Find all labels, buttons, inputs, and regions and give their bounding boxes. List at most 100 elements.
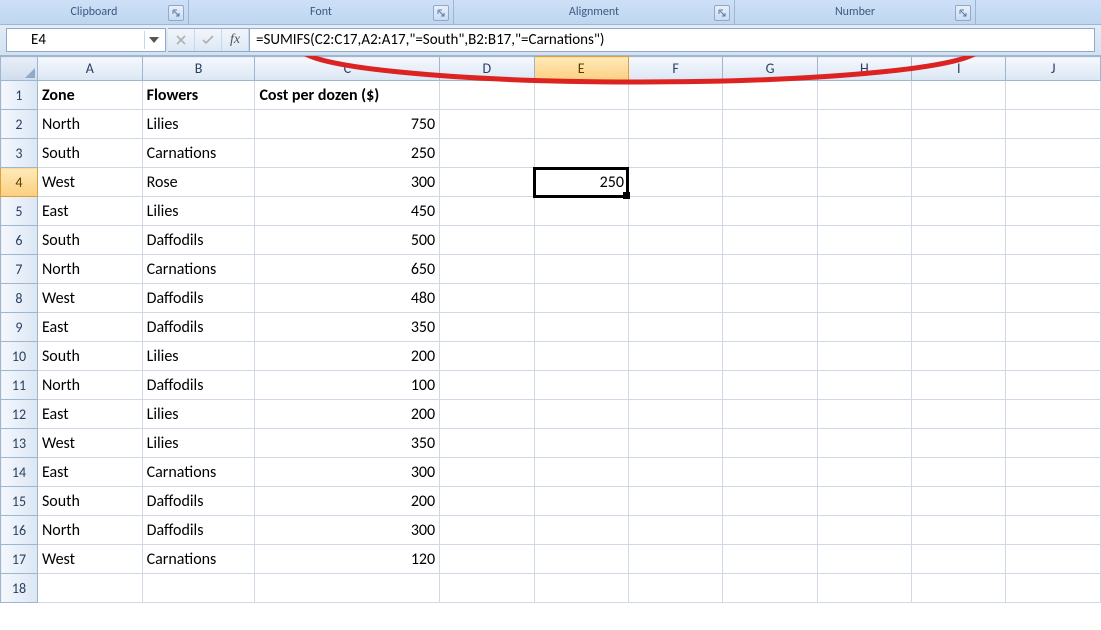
cell-H9[interactable] (817, 313, 911, 342)
cell-E17[interactable] (534, 545, 628, 574)
cell-G8[interactable] (723, 284, 817, 313)
cell-J13[interactable] (1006, 429, 1101, 458)
cell-D15[interactable] (440, 487, 534, 516)
cell-C3[interactable]: 250 (255, 139, 440, 168)
cell-I8[interactable] (912, 284, 1006, 313)
col-header-E[interactable]: E (534, 57, 628, 81)
cell-G6[interactable] (723, 226, 817, 255)
cell-F12[interactable] (628, 400, 722, 429)
row-header-2[interactable]: 2 (1, 110, 38, 139)
col-header-B[interactable]: B (142, 57, 255, 81)
cell-J14[interactable] (1006, 458, 1101, 487)
cell-E3[interactable] (534, 139, 628, 168)
cell-E12[interactable] (534, 400, 628, 429)
cell-D2[interactable] (440, 110, 534, 139)
cell-E10[interactable] (534, 342, 628, 371)
cell-A7[interactable]: North (37, 255, 142, 284)
row-header-11[interactable]: 11 (1, 371, 38, 400)
cell-I5[interactable] (912, 197, 1006, 226)
cell-J5[interactable] (1006, 197, 1101, 226)
cell-G18[interactable] (723, 574, 817, 603)
cell-I3[interactable] (912, 139, 1006, 168)
cell-I11[interactable] (912, 371, 1006, 400)
cell-J8[interactable] (1006, 284, 1101, 313)
cell-D10[interactable] (440, 342, 534, 371)
cell-C7[interactable]: 650 (255, 255, 440, 284)
cell-F18[interactable] (628, 574, 722, 603)
cell-F9[interactable] (628, 313, 722, 342)
cell-E2[interactable] (534, 110, 628, 139)
cell-C13[interactable]: 350 (255, 429, 440, 458)
cell-A14[interactable]: East (37, 458, 142, 487)
cell-C12[interactable]: 200 (255, 400, 440, 429)
cell-E4[interactable]: 250 (534, 168, 628, 197)
row-header-15[interactable]: 15 (1, 487, 38, 516)
col-header-A[interactable]: A (37, 57, 142, 81)
insert-function-button[interactable]: fx (222, 29, 249, 51)
row-header-9[interactable]: 9 (1, 313, 38, 342)
cell-D9[interactable] (440, 313, 534, 342)
cell-C4[interactable]: 300 (255, 168, 440, 197)
cell-I2[interactable] (912, 110, 1006, 139)
cell-B12[interactable]: Lilies (142, 400, 255, 429)
row-header-6[interactable]: 6 (1, 226, 38, 255)
cell-G12[interactable] (723, 400, 817, 429)
cell-J4[interactable] (1006, 168, 1101, 197)
cell-H12[interactable] (817, 400, 911, 429)
cell-C9[interactable]: 350 (255, 313, 440, 342)
cell-C11[interactable]: 100 (255, 371, 440, 400)
cell-J3[interactable] (1006, 139, 1101, 168)
cell-C15[interactable]: 200 (255, 487, 440, 516)
cell-B8[interactable]: Daffodils (142, 284, 255, 313)
cell-E18[interactable] (534, 574, 628, 603)
cell-C2[interactable]: 750 (255, 110, 440, 139)
cell-B16[interactable]: Daffodils (142, 516, 255, 545)
cell-F11[interactable] (628, 371, 722, 400)
cell-I15[interactable] (912, 487, 1006, 516)
select-all-corner[interactable] (1, 57, 38, 81)
cell-E8[interactable] (534, 284, 628, 313)
dialog-launcher[interactable] (433, 5, 449, 21)
cell-A3[interactable]: South (37, 139, 142, 168)
cell-H15[interactable] (817, 487, 911, 516)
cell-C18[interactable] (255, 574, 440, 603)
cell-C16[interactable]: 300 (255, 516, 440, 545)
cell-A5[interactable]: East (37, 197, 142, 226)
cell-D14[interactable] (440, 458, 534, 487)
cell-J1[interactable] (1006, 81, 1101, 110)
cell-F1[interactable] (628, 81, 722, 110)
cell-C10[interactable]: 200 (255, 342, 440, 371)
cell-B10[interactable]: Lilies (142, 342, 255, 371)
cell-E11[interactable] (534, 371, 628, 400)
cell-A13[interactable]: West (37, 429, 142, 458)
cell-H4[interactable] (817, 168, 911, 197)
cell-G13[interactable] (723, 429, 817, 458)
cell-F6[interactable] (628, 226, 722, 255)
cell-C1[interactable]: Cost per dozen ($) (255, 81, 440, 110)
cell-H6[interactable] (817, 226, 911, 255)
cell-A1[interactable]: Zone (37, 81, 142, 110)
cell-I10[interactable] (912, 342, 1006, 371)
cell-H17[interactable] (817, 545, 911, 574)
cell-E15[interactable] (534, 487, 628, 516)
cell-D8[interactable] (440, 284, 534, 313)
cell-B17[interactable]: Carnations (142, 545, 255, 574)
cell-B3[interactable]: Carnations (142, 139, 255, 168)
cell-H7[interactable] (817, 255, 911, 284)
cell-B14[interactable]: Carnations (142, 458, 255, 487)
cell-I16[interactable] (912, 516, 1006, 545)
cell-H10[interactable] (817, 342, 911, 371)
col-header-F[interactable]: F (628, 57, 722, 81)
cell-D11[interactable] (440, 371, 534, 400)
row-header-3[interactable]: 3 (1, 139, 38, 168)
cell-F7[interactable] (628, 255, 722, 284)
cell-J12[interactable] (1006, 400, 1101, 429)
cell-F15[interactable] (628, 487, 722, 516)
cell-I4[interactable] (912, 168, 1006, 197)
cell-I12[interactable] (912, 400, 1006, 429)
cell-B1[interactable]: Flowers (142, 81, 255, 110)
cell-I17[interactable] (912, 545, 1006, 574)
cell-J16[interactable] (1006, 516, 1101, 545)
cell-B6[interactable]: Daffodils (142, 226, 255, 255)
cell-D6[interactable] (440, 226, 534, 255)
